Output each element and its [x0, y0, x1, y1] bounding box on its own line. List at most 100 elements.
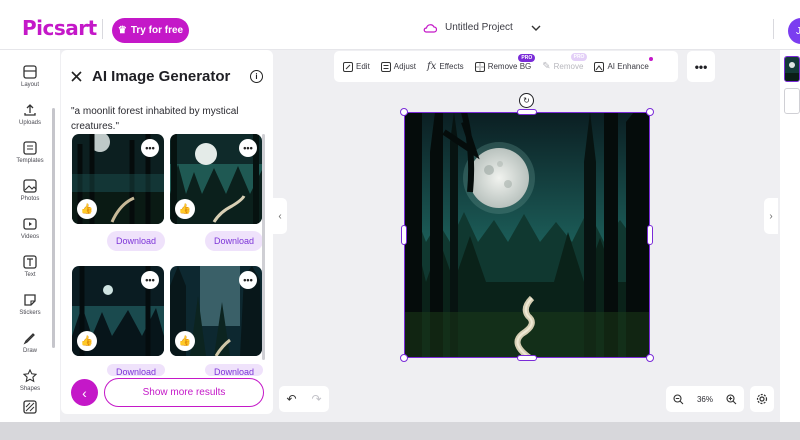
adjust-icon [380, 61, 391, 72]
chevron-down-icon[interactable] [531, 25, 541, 31]
nav-label: Text [24, 271, 36, 278]
resize-handle-top-right[interactable] [646, 108, 654, 116]
more-options-button[interactable]: ••• [141, 271, 159, 289]
nav-item-templates[interactable]: Templates [8, 134, 52, 170]
page-thumbnail-1[interactable] [784, 56, 800, 82]
prompt-text: "a moonlit forest inhabited by mystical … [71, 106, 239, 132]
collapse-panel-button[interactable]: ‹ [273, 198, 287, 234]
nav-item-more[interactable] [8, 396, 52, 418]
divider [773, 19, 774, 39]
resize-handle-bottom-right[interactable] [646, 354, 654, 362]
result-image-3[interactable]: ••• 👍 [72, 266, 164, 356]
download-button[interactable]: Download [205, 231, 263, 251]
canvas-image[interactable] [404, 112, 650, 358]
nav-label: Templates [16, 157, 44, 164]
resize-handle-top[interactable] [517, 109, 537, 115]
effects-label: Effects [439, 62, 464, 71]
more-tools-button[interactable]: ••• [687, 51, 715, 82]
download-button[interactable]: Download [107, 364, 165, 376]
remove-bg-tool[interactable]: Remove BG PRO [474, 53, 536, 72]
layout-icon [23, 64, 37, 79]
project-title[interactable]: Untitled Project [423, 22, 541, 33]
ai-enhance-label: AI Enhance [607, 62, 649, 71]
thumbs-up-icon[interactable]: 👍 [175, 331, 195, 351]
show-more-results-button[interactable]: Show more results [104, 378, 264, 407]
result-image-1[interactable]: ••• 👍 [72, 134, 164, 224]
undo-icon[interactable]: ↶ [286, 392, 296, 406]
zoom-in-icon[interactable] [726, 393, 737, 405]
page-thumbnail-2[interactable] [784, 88, 800, 114]
fx-icon: fx [427, 61, 437, 72]
chevron-left-icon: ‹ [278, 210, 282, 222]
top-bar: Picsart ♛ Try for free Untitled Project … [0, 0, 800, 50]
expand-right-panel-button[interactable]: › [764, 198, 778, 234]
settings-button[interactable] [750, 386, 774, 412]
avatar[interactable]: J [788, 18, 800, 44]
pro-badge: PRO [518, 53, 536, 62]
remove-bg-icon [474, 61, 485, 72]
nav-item-photos[interactable]: Photos [8, 172, 52, 208]
more-options-button[interactable]: ••• [239, 271, 257, 289]
nav-scrollbar[interactable] [52, 108, 55, 348]
result-image-4[interactable]: ••• 👍 [170, 266, 262, 356]
rotate-icon: ↻ [523, 96, 530, 105]
project-title-text: Untitled Project [445, 22, 513, 33]
result-image-2[interactable]: ••• 👍 [170, 134, 262, 224]
pattern-icon [23, 400, 37, 414]
new-dot [648, 56, 653, 61]
panel-scrollbar[interactable] [262, 134, 265, 360]
crown-icon: ♛ [117, 25, 127, 36]
nav-label: Layout [20, 81, 39, 88]
nav-item-text[interactable]: Text [8, 248, 52, 284]
thumbs-up-icon[interactable]: 👍 [77, 199, 97, 219]
nav-label: Draw [22, 347, 37, 354]
ai-enhance-icon [594, 61, 605, 72]
redo-icon[interactable]: ↷ [311, 392, 321, 406]
zoom-out-icon[interactable] [673, 393, 684, 405]
ai-enhance-tool[interactable]: AI Enhance [594, 56, 653, 72]
nav-label: Photos [20, 195, 40, 202]
effects-tool[interactable]: fx Effects [427, 61, 464, 72]
edit-icon [343, 61, 353, 72]
close-icon[interactable] [71, 71, 82, 82]
stickers-icon [24, 293, 36, 306]
remove-tool[interactable]: ✎ Remove PRO [542, 53, 588, 72]
more-options-button[interactable]: ••• [141, 139, 159, 157]
thumbnail-image [785, 57, 799, 81]
resize-handle-top-left[interactable] [400, 108, 408, 116]
zoom-level[interactable]: 36% [697, 395, 713, 404]
try-for-free-button[interactable]: ♛ Try for free [112, 18, 189, 43]
thumbs-up-icon[interactable]: 👍 [175, 199, 195, 219]
resize-handle-bottom-left[interactable] [400, 354, 408, 362]
nav-item-uploads[interactable]: Uploads [8, 96, 52, 132]
nav-item-draw[interactable]: Draw [8, 324, 52, 360]
nav-item-shapes[interactable]: Shapes [8, 362, 52, 398]
chevron-right-icon: › [769, 210, 773, 222]
nav-label: Videos [20, 233, 40, 240]
info-icon[interactable]: i [250, 70, 263, 83]
edit-tool[interactable]: Edit [343, 61, 370, 72]
resize-handle-bottom[interactable] [517, 355, 537, 361]
nav-label: Stickers [19, 309, 41, 316]
undo-redo-group: ↶ ↷ [279, 386, 329, 412]
nav-label: Uploads [18, 119, 41, 126]
nav-item-layout[interactable]: Layout [8, 58, 52, 94]
adjust-tool[interactable]: Adjust [380, 61, 416, 72]
zoom-controls: 36% [666, 386, 744, 412]
back-button[interactable]: ‹ [71, 379, 98, 406]
more-options-button[interactable]: ••• [239, 139, 257, 157]
photos-icon [23, 178, 37, 193]
picsart-logo[interactable]: Picsart [22, 16, 97, 40]
divider [102, 19, 103, 39]
resize-handle-left[interactable] [401, 225, 407, 245]
thumbs-up-icon[interactable]: 👍 [77, 331, 97, 351]
edit-label: Edit [356, 62, 370, 71]
nav-item-stickers[interactable]: Stickers [8, 286, 52, 322]
download-button[interactable]: Download [205, 364, 263, 376]
resize-handle-right[interactable] [647, 225, 653, 245]
upload-icon [24, 103, 36, 116]
download-button[interactable]: Download [107, 231, 165, 251]
nav-item-videos[interactable]: Videos [8, 210, 52, 246]
text-icon [23, 254, 37, 269]
rotate-handle[interactable]: ↻ [519, 93, 534, 108]
